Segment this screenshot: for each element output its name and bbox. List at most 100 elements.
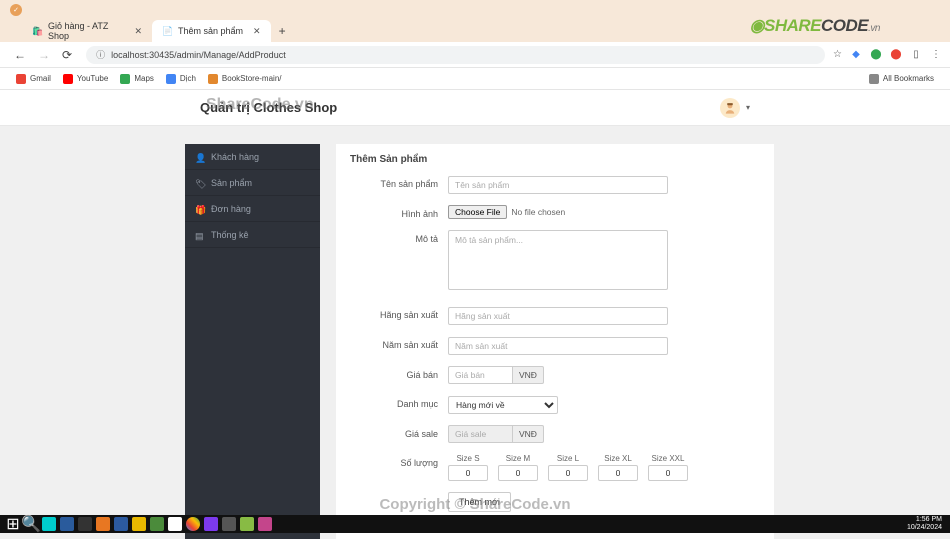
taskbar-app-icon[interactable] <box>60 517 74 531</box>
taskbar-app-icon[interactable] <box>78 517 92 531</box>
currency-addon: VNĐ <box>513 425 544 443</box>
new-tab-button[interactable]: + <box>271 20 294 42</box>
forward-button[interactable]: → <box>32 48 56 62</box>
close-icon[interactable]: ✕ <box>134 26 142 37</box>
label-year: Năm sản xuất <box>350 336 438 350</box>
size-label: Size L <box>557 454 579 463</box>
size-xxl-input[interactable] <box>648 465 688 481</box>
window-titlebar: ✓ <box>0 0 950 20</box>
extension-icon[interactable]: ⬤ <box>890 49 902 61</box>
content-panel: Thêm Sản phẩm Tên sản phẩm Hình ảnh Choo… <box>336 144 774 539</box>
size-label: Size XL <box>604 454 632 463</box>
sidebar-item-label: Sản phẩm <box>211 178 252 188</box>
url-text: localhost:30435/admin/Manage/AddProduct <box>111 50 286 60</box>
user-avatar-icon <box>723 101 737 115</box>
label-sale: Giá sale <box>350 425 438 439</box>
reload-button[interactable]: ⟳ <box>56 48 78 62</box>
submit-button[interactable]: Thêm mới <box>448 492 511 512</box>
taskbar-app-icon[interactable] <box>258 517 272 531</box>
price-input[interactable] <box>448 366 513 384</box>
extension-icon[interactable]: ⬤ <box>870 49 882 61</box>
size-l-input[interactable] <box>548 465 588 481</box>
sidebar: 👤 Khách hàng 🏷 Sản phẩm 🎁 Đơn hàng ▤ Thố… <box>185 144 320 539</box>
bookmark-youtube[interactable]: YouTube <box>57 74 114 84</box>
size-label: Size M <box>506 454 530 463</box>
cart-icon: 🛍️ <box>32 26 42 36</box>
user-icon: 👤 <box>195 153 203 161</box>
taskbar-app-icon[interactable] <box>114 517 128 531</box>
label-qty: Số lượng <box>350 454 438 468</box>
address-bar[interactable]: ⓘ localhost:30435/admin/Manage/AddProduc… <box>86 46 825 64</box>
app-header: Quản trị Clothes Shop ▾ <box>0 90 950 126</box>
label-price: Giá bán <box>350 366 438 380</box>
sidebar-item-customers[interactable]: 👤 Khách hàng <box>185 144 320 170</box>
site-info-icon: ⓘ <box>96 48 105 61</box>
bookmarks-bar: Gmail YouTube Maps Dịch BookStore-main/ … <box>0 68 950 90</box>
tag-icon: 🏷 <box>195 179 203 187</box>
taskbar-app-icon[interactable] <box>150 517 164 531</box>
browser-toolbar: ← → ⟳ ⓘ localhost:30435/admin/Manage/Add… <box>0 42 950 68</box>
category-select[interactable]: Hàng mới về <box>448 396 558 414</box>
sidebar-item-stats[interactable]: ▤ Thống kê <box>185 222 320 248</box>
form-heading: Thêm Sản phẩm <box>350 154 760 165</box>
label-manufacturer: Hãng sản xuất <box>350 306 438 320</box>
bookmark-gmail[interactable]: Gmail <box>10 74 57 84</box>
chart-icon: ▤ <box>195 231 203 239</box>
close-icon[interactable]: ✕ <box>253 26 261 37</box>
taskbar-clock[interactable]: 1:56 PM 10/24/2024 <box>907 516 946 531</box>
size-xl-input[interactable] <box>598 465 638 481</box>
chevron-down-icon[interactable]: ▾ <box>746 103 750 112</box>
taskbar-app-icon[interactable] <box>222 517 236 531</box>
taskbar-app-icon[interactable] <box>42 517 56 531</box>
avatar[interactable] <box>720 98 740 118</box>
browser-tab-inactive[interactable]: 🛍️ Giỏ hàng - ATZ Shop ✕ <box>22 20 152 42</box>
choose-file-button[interactable]: Choose File <box>448 205 507 219</box>
app-main: 👤 Khách hàng 🏷 Sản phẩm 🎁 Đơn hàng ▤ Thố… <box>0 126 950 539</box>
sale-price-input <box>448 425 513 443</box>
sidebar-item-products[interactable]: 🏷 Sản phẩm <box>185 170 320 196</box>
sidebar-item-label: Khách hàng <box>211 152 259 162</box>
star-icon[interactable]: ☆ <box>833 49 842 60</box>
description-input[interactable] <box>448 230 668 290</box>
sidebar-item-label: Đơn hàng <box>211 204 251 214</box>
file-status-text: No file chosen <box>511 207 565 217</box>
gift-icon: 🎁 <box>195 205 203 213</box>
tab-title: Thêm sản phẩm <box>178 26 243 36</box>
youtube-icon <box>63 74 73 84</box>
browser-tabs: 🛍️ Giỏ hàng - ATZ Shop ✕ 📄 Thêm sản phẩm… <box>0 20 950 42</box>
taskbar: ⊞ 🔍 1:56 PM 10/24/2024 <box>0 515 950 533</box>
year-input[interactable] <box>448 337 668 355</box>
all-bookmarks-button[interactable]: All Bookmarks <box>863 74 940 84</box>
taskbar-app-icon[interactable] <box>96 517 110 531</box>
window-icon: ✓ <box>10 4 22 16</box>
product-name-input[interactable] <box>448 176 668 194</box>
bookmark-maps[interactable]: Maps <box>114 74 160 84</box>
size-label: Size XXL <box>652 454 685 463</box>
taskbar-app-icon[interactable] <box>186 517 200 531</box>
taskbar-app-icon[interactable] <box>240 517 254 531</box>
back-button[interactable]: ← <box>8 48 32 62</box>
taskbar-app-icon[interactable] <box>204 517 218 531</box>
extension-icon[interactable]: ▯ <box>910 49 922 61</box>
size-s-input[interactable] <box>448 465 488 481</box>
browser-tab-active[interactable]: 📄 Thêm sản phẩm ✕ <box>152 20 271 42</box>
manufacturer-input[interactable] <box>448 307 668 325</box>
search-icon[interactable]: 🔍 <box>24 517 38 531</box>
bookmark-translate[interactable]: Dịch <box>160 74 202 84</box>
folder-icon <box>208 74 218 84</box>
sidebar-item-orders[interactable]: 🎁 Đơn hàng <box>185 196 320 222</box>
size-m-input[interactable] <box>498 465 538 481</box>
extension-icon[interactable]: ◆ <box>850 49 862 61</box>
folder-icon <box>869 74 879 84</box>
extension-icons: ◆ ⬤ ⬤ ▯ ⋮ <box>850 49 942 61</box>
taskbar-app-icon[interactable] <box>168 517 182 531</box>
bookmark-bookstore[interactable]: BookStore-main/ <box>202 74 288 84</box>
size-label: Size S <box>456 454 479 463</box>
label-category: Danh mục <box>350 395 438 409</box>
label-desc: Mô tả <box>350 230 438 244</box>
taskbar-app-icon[interactable] <box>132 517 146 531</box>
extension-icon[interactable]: ⋮ <box>930 49 942 61</box>
translate-icon <box>166 74 176 84</box>
start-button[interactable]: ⊞ <box>6 517 20 531</box>
label-image: Hình ảnh <box>350 205 438 219</box>
